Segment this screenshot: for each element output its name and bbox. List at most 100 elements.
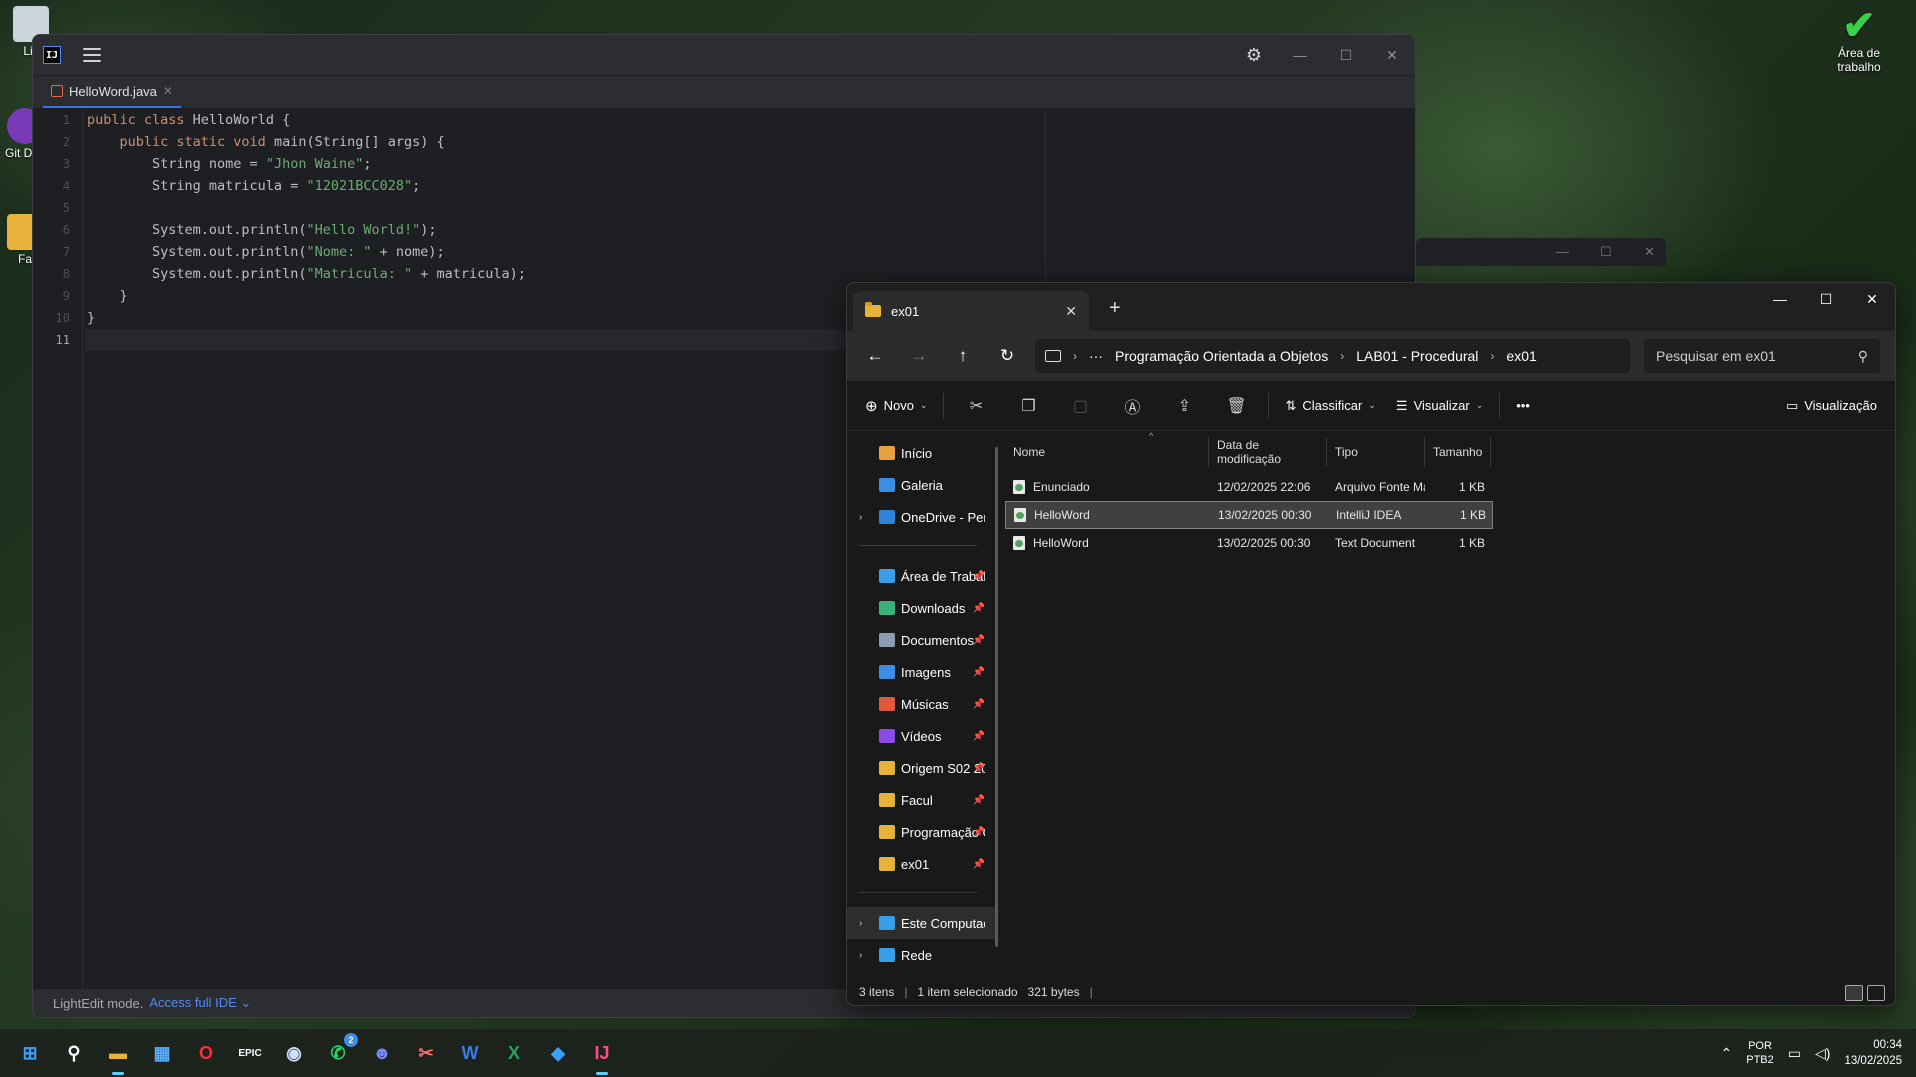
column-name[interactable]: Nome ^	[1005, 431, 1209, 467]
code-line[interactable]: public static void main(String[] args) {	[85, 131, 1415, 153]
opera-app[interactable]: O	[188, 1035, 224, 1071]
nav-item[interactable]: Vídeos 📌	[847, 720, 997, 752]
maximize-button[interactable]: ☐	[1323, 47, 1369, 64]
chevron-right-icon[interactable]: ›	[859, 512, 862, 523]
nav-item[interactable]: Músicas 📌	[847, 688, 997, 720]
chevron-right-icon[interactable]: ›	[1340, 349, 1344, 363]
word-app[interactable]: W	[452, 1035, 488, 1071]
epic-games-app[interactable]: EPIC	[232, 1035, 268, 1071]
close-button[interactable]: ✕	[1849, 283, 1895, 315]
code-line[interactable]: public class HelloWorld {	[85, 109, 1415, 131]
chevron-up-icon[interactable]: ⌃	[1721, 1045, 1733, 1062]
breadcrumb[interactable]: › ··· Programação Orientada a Objetos › …	[1035, 339, 1630, 373]
tiles-view-icon[interactable]	[1867, 985, 1885, 1001]
code-line[interactable]: String matricula = "12021BCC028";	[85, 175, 1415, 197]
back-arrow-icon[interactable]: ←	[855, 339, 895, 373]
language-indicator[interactable]: POR PTB2	[1746, 1039, 1774, 1067]
discord-app[interactable]: ☻	[364, 1035, 400, 1071]
access-full-ide-link[interactable]: Access full IDE ⌄	[149, 995, 251, 1011]
desktop-checkmark-icon[interactable]: ✔ Área de trabalho	[1824, 6, 1894, 74]
column-size[interactable]: Tamanho	[1425, 437, 1491, 467]
volume-icon[interactable]: ◁)	[1815, 1045, 1830, 1062]
details-view-icon[interactable]	[1845, 985, 1863, 1001]
tab-helloword-java[interactable]: HelloWord.java ✕	[43, 76, 181, 108]
chevron-right-icon[interactable]: ›	[1490, 349, 1494, 363]
excel-app[interactable]: X	[496, 1035, 532, 1071]
ghost-maximize-icon[interactable]: ☐	[1600, 244, 1612, 260]
new-button[interactable]: ⊕ Novo ⌄	[857, 389, 935, 423]
download-icon	[879, 601, 895, 615]
tab-close-icon[interactable]: ✕	[1065, 303, 1077, 320]
start-button[interactable]: ⊞	[12, 1035, 48, 1071]
file-explorer-app[interactable]: ▬	[100, 1035, 136, 1075]
refresh-icon[interactable]: ↻	[987, 339, 1027, 373]
file-row[interactable]: Enunciado 12/02/2025 22:06 Arquivo Fonte M…	[1005, 473, 1493, 501]
chevron-right-icon[interactable]: ›	[1073, 349, 1077, 363]
chevron-right-icon[interactable]: ›	[859, 918, 862, 929]
code-line[interactable]: String nome = "Jhon Waine";	[85, 153, 1415, 175]
nav-item[interactable]: Programação Orientada a Objetos📌	[847, 816, 997, 848]
network-icon[interactable]: ▭	[1788, 1045, 1801, 1062]
column-date[interactable]: Data de modificação	[1209, 437, 1327, 467]
close-button[interactable]: ✕	[1369, 47, 1415, 64]
snipping-tool-app[interactable]: ✂	[408, 1035, 444, 1071]
nav-item[interactable]: Origem S02 2025📌	[847, 752, 997, 784]
more-crumbs-icon[interactable]: ···	[1089, 348, 1103, 364]
nav-item[interactable]: Facul 📌	[847, 784, 997, 816]
nav-item[interactable]: Início	[847, 437, 997, 469]
code-line[interactable]: System.out.println("Hello World!");	[85, 219, 1415, 241]
minimize-button[interactable]: —	[1757, 283, 1803, 315]
clock[interactable]: 00:34 13/02/2025	[1844, 1037, 1902, 1069]
tab-close-icon[interactable]: ✕	[163, 84, 173, 98]
intellij-app[interactable]: IJ	[584, 1035, 620, 1075]
computer-icon[interactable]	[1045, 350, 1061, 362]
cut-icon[interactable]: ✂	[952, 389, 1000, 423]
nav-item[interactable]: › Este Computador	[847, 907, 997, 939]
breadcrumb-item[interactable]: Programação Orientada a Objetos	[1115, 348, 1328, 364]
share-icon[interactable]: ⇪	[1160, 389, 1208, 423]
file-row[interactable]: HelloWord 13/02/2025 00:30 IntelliJ IDEA 1 …	[1005, 501, 1493, 529]
nav-item[interactable]: Documentos 📌	[847, 624, 997, 656]
search-button[interactable]: ⚲	[56, 1035, 92, 1071]
settings-gear-icon[interactable]: ⚙	[1231, 45, 1277, 66]
nav-item[interactable]: Imagens 📌	[847, 656, 997, 688]
nav-item[interactable]: ex01 📌	[847, 848, 997, 880]
main-menu-icon[interactable]	[83, 48, 101, 62]
command-bar: ⊕ Novo ⌄ ✂ ❐ ▢ Ⓐ ⇪ 🗑 ⇅ Classificar ⌄ ☰ V…	[847, 381, 1895, 431]
delete-icon[interactable]: 🗑	[1212, 389, 1260, 423]
vscode-app[interactable]: ◆	[540, 1035, 576, 1071]
nav-item[interactable]: Área de Trabalho📌	[847, 560, 997, 592]
file-row[interactable]: HelloWord 13/02/2025 00:30 Text Document 1 …	[1005, 529, 1493, 557]
steam-app[interactable]: ◉	[276, 1035, 312, 1071]
ghost-minimize-icon[interactable]: —	[1556, 244, 1569, 259]
copy-icon[interactable]: ❐	[1004, 389, 1052, 423]
new-tab-icon[interactable]: +	[1109, 297, 1121, 320]
whatsapp-app[interactable]: ✆ 2	[320, 1033, 358, 1071]
column-type[interactable]: Tipo	[1327, 437, 1425, 467]
rename-icon[interactable]: Ⓐ	[1108, 389, 1156, 423]
view-button[interactable]: ☰ Visualizar ⌄	[1388, 389, 1491, 423]
search-input[interactable]: Pesquisar em ex01 ⚲	[1644, 339, 1880, 373]
code-line[interactable]	[85, 197, 1415, 219]
maximize-button[interactable]: ☐	[1803, 283, 1849, 315]
chevron-right-icon[interactable]: ›	[859, 950, 862, 961]
tab-ex01[interactable]: ex01 ✕	[853, 291, 1089, 331]
forward-arrow-icon[interactable]: →	[899, 339, 939, 373]
preview-pane-button[interactable]: ▭ Visualização	[1778, 389, 1885, 423]
navigation-scrollbar[interactable]	[995, 447, 998, 947]
nav-item[interactable]: › OneDrive - Personal	[847, 501, 997, 533]
up-arrow-icon[interactable]: ↑	[943, 339, 983, 373]
store-app[interactable]: ▦	[144, 1035, 180, 1071]
code-line[interactable]: System.out.println("Nome: " + nome);	[85, 241, 1415, 263]
paste-icon[interactable]: ▢	[1056, 389, 1104, 423]
minimize-button[interactable]: —	[1277, 47, 1323, 63]
sort-button[interactable]: ⇅ Classificar ⌄	[1277, 389, 1383, 423]
nav-item[interactable]: › Rede	[847, 939, 997, 971]
background-window-titlebar: — ☐ ✕	[1416, 238, 1666, 266]
nav-item[interactable]: Galeria	[847, 469, 997, 501]
nav-item[interactable]: Downloads 📌	[847, 592, 997, 624]
more-options-button[interactable]: •••	[1508, 389, 1538, 423]
breadcrumb-item[interactable]: ex01	[1506, 348, 1536, 364]
ghost-close-icon[interactable]: ✕	[1644, 244, 1655, 260]
breadcrumb-item[interactable]: LAB01 - Procedural	[1356, 348, 1478, 364]
